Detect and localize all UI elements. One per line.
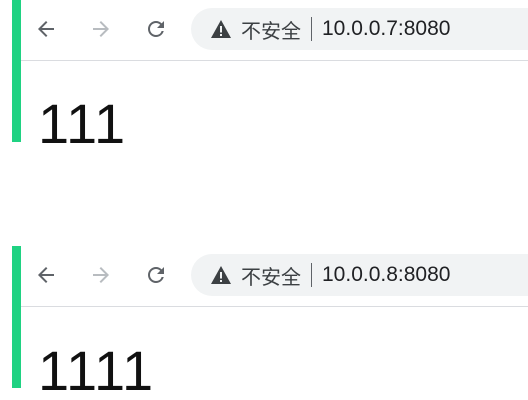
arrow-right-icon [93, 267, 109, 283]
url-text[interactable]: 10.0.0.8:8080 [322, 263, 450, 287]
reload-icon [148, 21, 164, 37]
browser-window-2: 不安全 10.0.0.8:8080 1111 [0, 246, 528, 400]
browser-toolbar: 不安全 10.0.0.8:8080 [21, 246, 528, 307]
page-body-text: 1111 [38, 339, 155, 400]
arrow-left-icon [38, 21, 54, 37]
url-text[interactable]: 10.0.0.7:8080 [322, 17, 450, 41]
security-status-label[interactable]: 不安全 [241, 15, 301, 44]
back-button[interactable] [31, 260, 61, 290]
warning-triangle-icon[interactable] [209, 263, 233, 287]
warning-triangle-icon[interactable] [209, 17, 233, 41]
arrow-right-icon [93, 21, 109, 37]
address-bar[interactable]: 不安全 10.0.0.8:8080 [191, 254, 528, 296]
divider [311, 263, 312, 287]
screenshot-page: 不安全 10.0.0.7:8080 111 不安全 10.0.0.8:8080 … [0, 0, 528, 400]
browser-toolbar: 不安全 10.0.0.7:8080 [21, 0, 528, 61]
browser-window-1: 不安全 10.0.0.7:8080 111 [0, 0, 528, 155]
accent-bar [12, 246, 21, 388]
accent-bar [12, 0, 21, 142]
security-status-label[interactable]: 不安全 [241, 261, 301, 290]
forward-button[interactable] [86, 260, 116, 290]
back-button[interactable] [31, 14, 61, 44]
reload-icon [148, 267, 164, 283]
address-bar[interactable]: 不安全 10.0.0.7:8080 [191, 8, 528, 50]
arrow-left-icon [38, 267, 54, 283]
forward-button[interactable] [86, 14, 116, 44]
page-body-text: 111 [38, 92, 127, 155]
reload-button[interactable] [141, 14, 171, 44]
divider [311, 17, 312, 41]
reload-button[interactable] [141, 260, 171, 290]
